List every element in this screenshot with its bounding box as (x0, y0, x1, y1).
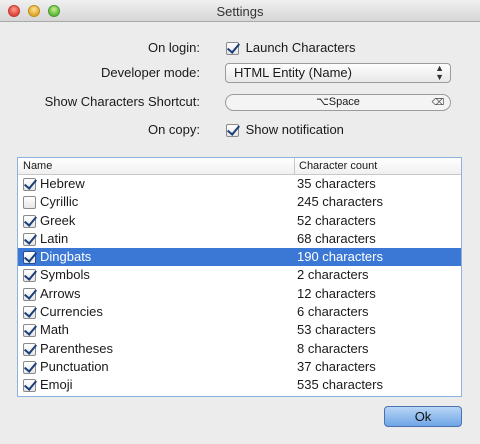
row-name: Punctuation (40, 358, 109, 374)
updown-arrows-icon: ▲ ▼ (435, 63, 444, 82)
row-name: Symbols (40, 267, 90, 283)
launch-characters-checkbox[interactable]: Launch Characters (226, 38, 355, 58)
table-row[interactable]: Arrows 12 characters (18, 285, 461, 303)
row-checkbox[interactable] (23, 306, 36, 320)
row-count: 190 characters (297, 249, 383, 265)
ok-button[interactable]: Ok (384, 406, 462, 427)
title-bar: Settings (0, 0, 480, 22)
row-checkbox[interactable] (23, 360, 36, 374)
on-login-label: On login: (147, 40, 200, 55)
column-header-count[interactable]: Character count (294, 158, 377, 174)
row-count: 52 characters (297, 212, 376, 228)
table-row[interactable]: Emoji 535 characters (18, 376, 461, 394)
row-name: Currencies (40, 304, 103, 320)
shortcut-label: Show Characters Shortcut: (44, 94, 200, 109)
row-name: Parentheses (40, 340, 113, 356)
row-count: 2 characters (297, 267, 369, 283)
row-count: 35 characters (297, 176, 376, 191)
table-row[interactable]: Math 53 characters (18, 321, 461, 339)
developer-mode-popup[interactable]: HTML Entity (Name) ▲ ▼ (225, 63, 451, 83)
table-row[interactable]: Cyrillic 245 characters (18, 193, 461, 211)
row-count: 535 characters (297, 377, 383, 393)
table-body: Hebrew 35 characters Cyrillic 245 character… (18, 175, 461, 395)
table-row[interactable]: Dingbats 190 characters (18, 248, 461, 267)
shortcut-recorder[interactable]: ⌥Space ⌫ (225, 94, 451, 111)
row-count: 37 characters (297, 358, 376, 374)
on-copy-row: On copy: Show notification (0, 120, 480, 140)
row-checkbox[interactable] (23, 379, 36, 393)
row-count: 245 characters (297, 194, 383, 210)
row-count: 6 characters (297, 304, 369, 320)
row-name: Math (40, 322, 69, 338)
row-name: Cyrillic (40, 194, 79, 210)
row-checkbox[interactable] (23, 342, 36, 356)
row-checkbox[interactable] (23, 324, 36, 338)
row-name: Dingbats (40, 249, 92, 265)
row-checkbox[interactable] (23, 269, 36, 283)
row-checkbox[interactable] (23, 251, 36, 265)
window-title: Settings (216, 4, 264, 19)
show-notification-label: Show notification (245, 122, 344, 137)
clear-shortcut-icon[interactable]: ⌫ (430, 97, 446, 108)
row-checkbox[interactable] (23, 287, 36, 301)
row-name: Arrows (40, 285, 81, 301)
row-checkbox[interactable] (23, 232, 36, 246)
on-copy-label: On copy: (147, 122, 200, 137)
table-header: Name Character count (18, 158, 461, 175)
row-name: Greek (40, 212, 76, 228)
shortcut-value: ⌥Space (316, 96, 360, 108)
show-notification-checkbox[interactable]: Show notification (226, 120, 344, 140)
developer-mode-value: HTML Entity (Name) (234, 65, 352, 80)
character-sets-table[interactable]: Name Character count Hebrew 35 characters… (17, 157, 462, 397)
column-header-name[interactable]: Name (23, 158, 52, 174)
row-count: 8 characters (297, 340, 369, 356)
table-row[interactable]: Currencies 6 characters (18, 303, 461, 321)
table-row[interactable]: Punctuation 37 characters (18, 358, 461, 376)
developer-mode-label: Developer mode: (101, 65, 200, 80)
row-name: Hebrew (40, 176, 85, 191)
row-checkbox[interactable] (23, 196, 36, 210)
table-row[interactable]: Parentheses 8 characters (18, 340, 461, 358)
row-count: 12 characters (297, 285, 376, 301)
checkbox-box[interactable] (226, 42, 239, 56)
table-row[interactable]: Latin 68 characters (18, 230, 461, 248)
row-name: Latin (40, 230, 69, 246)
table-row[interactable]: Symbols 2 characters (18, 266, 461, 284)
checkbox-box[interactable] (226, 124, 239, 138)
row-checkbox[interactable] (23, 178, 36, 191)
table-row[interactable]: Hebrew 35 characters (18, 175, 461, 193)
row-count: 53 characters (297, 322, 376, 338)
on-login-row: On login: Launch Characters (0, 38, 480, 58)
table-row[interactable]: Greek 52 characters (18, 212, 461, 230)
row-name: Emoji (40, 377, 73, 393)
row-checkbox[interactable] (23, 214, 36, 228)
launch-characters-label: Launch Characters (245, 40, 356, 55)
row-count: 68 characters (297, 230, 376, 246)
